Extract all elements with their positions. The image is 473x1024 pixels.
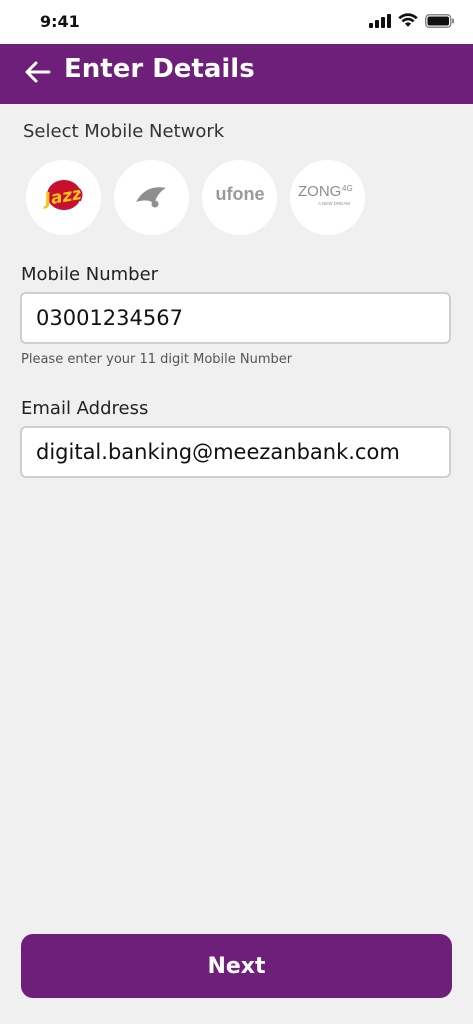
network-label: Select Mobile Network	[23, 121, 225, 142]
network-option-jazz[interactable]: Jazz	[26, 160, 101, 235]
zong-logo-text: ZONG	[298, 183, 341, 200]
wifi-icon	[398, 13, 418, 33]
ufone-logo: ufone	[209, 183, 271, 212]
mobile-number-label: Mobile Number	[21, 264, 159, 285]
battery-icon	[425, 13, 455, 33]
network-option-zong[interactable]: ZONG 4G A NEW DREAM	[290, 160, 365, 235]
telenor-logo	[132, 180, 172, 215]
zong-logo-badge: 4G	[342, 184, 353, 193]
page-title: Enter Details	[64, 54, 255, 84]
app-bar: Enter Details	[0, 44, 473, 104]
mobile-number-input[interactable]	[20, 292, 451, 344]
network-option-ufone[interactable]: ufone	[202, 160, 277, 235]
network-option-telenor[interactable]	[114, 160, 189, 235]
back-button[interactable]	[20, 56, 56, 92]
jazz-logo: Jazz	[36, 173, 92, 222]
status-bar: 9:41	[0, 0, 473, 44]
arrow-left-icon	[25, 61, 51, 88]
screen: 9:41 Enter Details Select Mobile Network…	[0, 0, 473, 1024]
next-button[interactable]: Next	[21, 934, 452, 998]
email-label: Email Address	[21, 398, 149, 419]
status-time: 9:41	[40, 12, 80, 31]
network-options: Jazz ufone ZONG 4G A NEW DREAM	[26, 160, 365, 235]
zong-logo-tagline: A NEW DREAM	[318, 201, 350, 206]
zong-logo: ZONG 4G A NEW DREAM	[296, 180, 360, 215]
email-input[interactable]	[20, 426, 451, 478]
mobile-number-hint: Please enter your 11 digit Mobile Number	[21, 352, 293, 367]
signal-icon	[369, 13, 391, 33]
ufone-logo-text: ufone	[215, 184, 264, 204]
status-icons	[369, 13, 455, 33]
